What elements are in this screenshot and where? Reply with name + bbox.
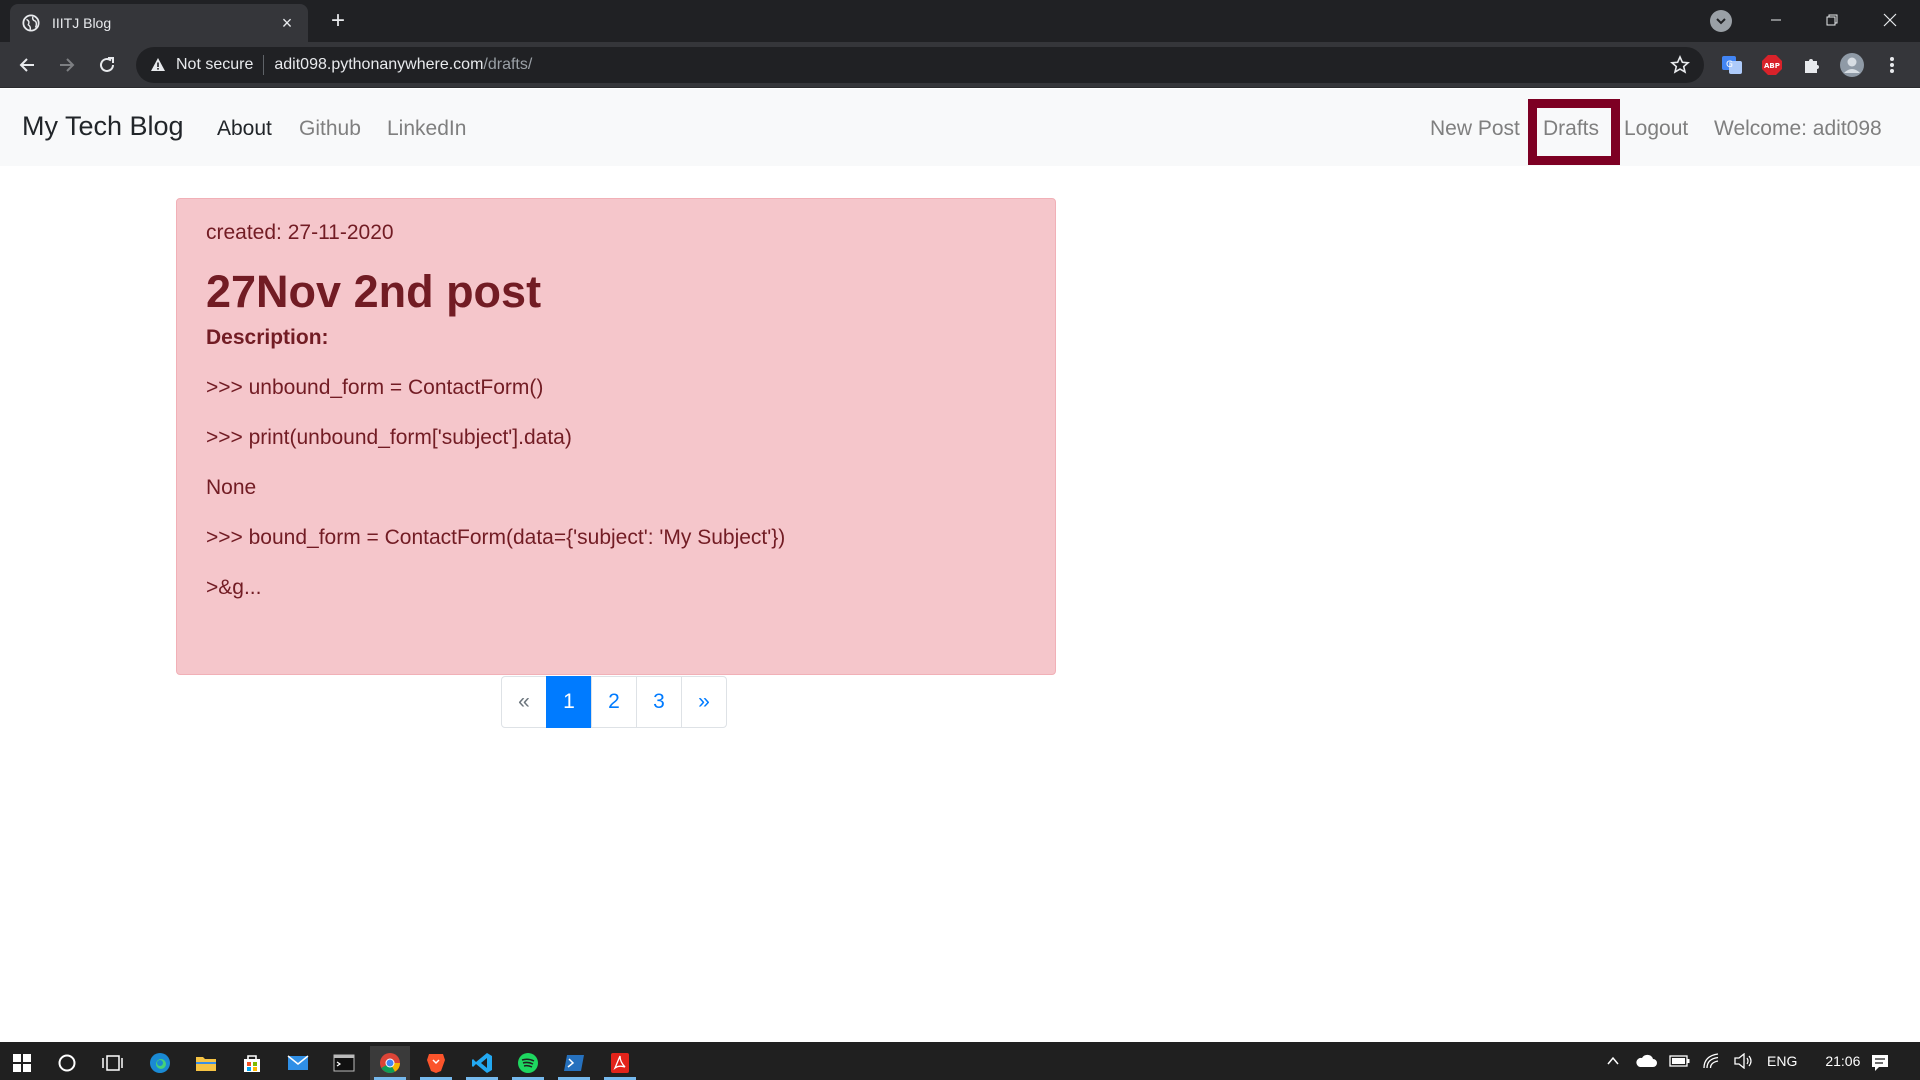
security-label[interactable]: Not secure — [176, 56, 253, 74]
arrow-left-icon — [19, 58, 34, 72]
browser-toolbar: Not secure adit098.pythonanywhere.com/dr… — [0, 42, 1920, 88]
reload-button[interactable] — [92, 50, 122, 80]
windows-logo-icon — [13, 1054, 31, 1072]
reload-icon — [100, 57, 114, 72]
notification-icon — [1872, 1055, 1888, 1071]
restore-button[interactable] — [1804, 0, 1860, 40]
extensions-puzzle-icon[interactable] — [1799, 52, 1825, 78]
bookmark-star-icon[interactable] — [1670, 55, 1690, 75]
pagination-prev[interactable]: « — [501, 676, 547, 728]
language-indicator[interactable]: ENG — [1767, 1053, 1797, 1069]
address-bar[interactable]: Not secure adit098.pythonanywhere.com/dr… — [136, 47, 1704, 83]
chrome-taskbar-icon[interactable] — [370, 1046, 410, 1080]
warning-icon — [151, 58, 165, 71]
arrow-right-icon — [60, 58, 75, 72]
back-button[interactable] — [12, 50, 42, 80]
chevron-up-icon[interactable] — [1605, 1053, 1621, 1069]
pagination-page-1[interactable]: 1 — [546, 676, 592, 728]
post-created-date: created: 27-11-2020 — [206, 221, 394, 244]
description-label: Description: — [206, 326, 329, 349]
wifi-icon[interactable] — [1703, 1053, 1721, 1069]
spotify-taskbar-icon[interactable] — [508, 1046, 548, 1080]
svg-text:ABP: ABP — [1764, 62, 1780, 70]
onedrive-cloud-icon[interactable] — [1635, 1053, 1657, 1069]
site-navbar: My Tech Blog About Github LinkedIn New P… — [0, 89, 1920, 166]
search-circle-icon — [58, 1054, 76, 1072]
draft-post-card: created: 27-11-2020 27Nov 2nd post Descr… — [176, 198, 1056, 675]
tab-search-button[interactable] — [1710, 10, 1732, 32]
translate-extension-icon[interactable]: G — [1719, 52, 1745, 78]
close-icon — [1883, 13, 1897, 27]
new-tab-button[interactable]: + — [324, 8, 352, 36]
file-explorer-icon[interactable] — [186, 1046, 226, 1080]
adblock-extension-icon[interactable]: ABP — [1759, 52, 1785, 78]
nav-link-linkedin[interactable]: LinkedIn — [387, 117, 466, 141]
nav-link-logout[interactable]: Logout — [1624, 117, 1688, 141]
minimize-button[interactable] — [1748, 0, 1804, 40]
tab-close-icon[interactable]: × — [278, 13, 296, 33]
pagination-next[interactable]: » — [681, 676, 727, 728]
chevron-down-icon — [1716, 18, 1726, 25]
url-path: /drafts/ — [483, 56, 533, 73]
url-host: adit098.pythonanywhere.com — [274, 56, 484, 73]
pagination-page-3[interactable]: 3 — [636, 676, 682, 728]
minimize-icon — [1771, 19, 1781, 21]
vscode-taskbar-icon[interactable] — [462, 1046, 502, 1080]
pagination-page-2[interactable]: 2 — [591, 676, 637, 728]
task-view-icon — [102, 1055, 123, 1071]
notification-center-button[interactable] — [1860, 1046, 1900, 1080]
store-icon[interactable] — [232, 1046, 272, 1080]
speaker-icon[interactable] — [1733, 1053, 1753, 1069]
windows-taskbar: ENG 21:06 — [0, 1042, 1920, 1080]
post-description-line: >>> unbound_form = ContactForm() — [206, 376, 544, 399]
separator — [263, 55, 265, 75]
post-description-line: >>> print(unbound_form['subject'].data) — [206, 426, 572, 449]
site-brand[interactable]: My Tech Blog — [22, 111, 184, 142]
forward-button[interactable] — [52, 50, 82, 80]
tab-title: IIITJ Blog — [52, 15, 112, 31]
browser-menu-icon[interactable] — [1879, 52, 1905, 78]
svg-text:G: G — [1726, 60, 1733, 70]
start-button[interactable] — [2, 1046, 42, 1080]
mail-icon[interactable] — [278, 1046, 318, 1080]
battery-icon[interactable] — [1669, 1054, 1691, 1068]
task-view-button[interactable] — [92, 1046, 132, 1080]
post-title[interactable]: 27Nov 2nd post — [206, 266, 1026, 318]
pagination: « 1 2 3 » — [501, 676, 727, 728]
post-description-line: None — [206, 476, 257, 499]
clock[interactable]: 21:06 — [1825, 1053, 1860, 1069]
nav-link-new-post[interactable]: New Post — [1430, 117, 1520, 141]
acrobat-taskbar-icon[interactable] — [600, 1046, 640, 1080]
post-description-line: >&g... — [206, 576, 262, 599]
welcome-text: Welcome: adit098 — [1714, 117, 1882, 140]
brave-taskbar-icon[interactable] — [416, 1046, 456, 1080]
browser-tabstrip: IIITJ Blog × + — [0, 0, 1920, 42]
nav-link-about[interactable]: About — [217, 117, 272, 141]
drafts-highlight-box — [1528, 99, 1620, 165]
powershell-taskbar-icon[interactable] — [554, 1046, 594, 1080]
browser-tab[interactable]: IIITJ Blog × — [10, 4, 308, 42]
search-button[interactable] — [47, 1046, 87, 1080]
system-tray: ENG 21:06 — [1605, 1042, 1860, 1080]
post-description-line: >>> bound_form = ContactForm(data={'subj… — [206, 526, 786, 549]
close-window-button[interactable] — [1862, 0, 1918, 40]
profile-avatar[interactable] — [1839, 52, 1865, 78]
nav-link-github[interactable]: Github — [299, 117, 361, 141]
terminal-icon[interactable] — [324, 1046, 364, 1080]
globe-icon — [22, 14, 40, 32]
restore-icon — [1826, 14, 1838, 26]
edge-taskbar-icon[interactable] — [140, 1046, 180, 1080]
